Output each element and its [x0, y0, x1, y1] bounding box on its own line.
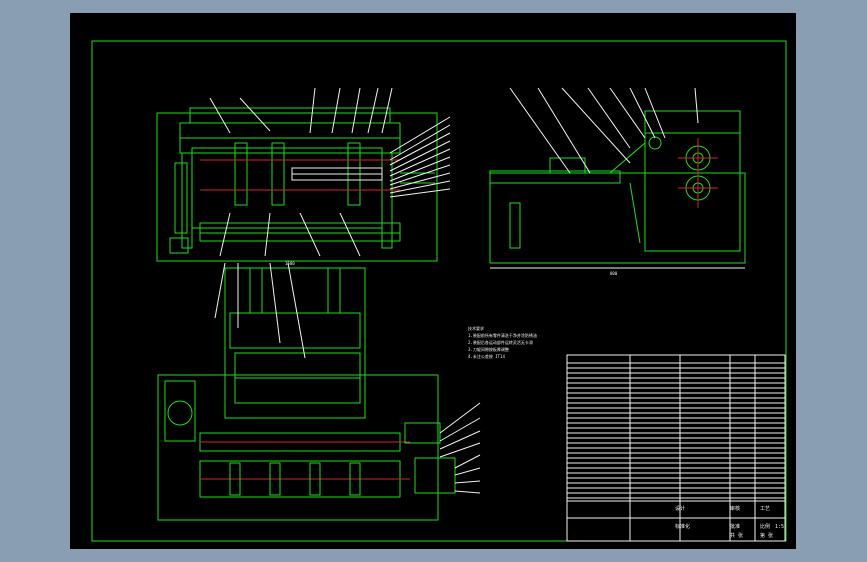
side-view — [489, 87, 746, 269]
cad-drawing[interactable]: 技术要求 1.装配前所有零件清洗干净并涂防锈油 2.装配后各运动部件运转灵活无卡… — [70, 13, 796, 549]
tb-cell-4: 标准化 — [675, 523, 690, 530]
notes-line-1: 1.装配前所有零件清洗干净并涂防锈油 — [468, 332, 537, 338]
dim-side: 800 — [610, 271, 618, 276]
tb-cell-3: 工艺 — [760, 506, 770, 512]
tb-cell-8: 共 张 — [730, 532, 743, 539]
tb-cell-2: 审核 — [730, 505, 740, 512]
tb-cell-6: 比例 — [760, 523, 770, 530]
dim-front: 1500 — [285, 261, 295, 266]
front-view — [156, 87, 451, 262]
title-block: 设计 审核 工艺 标准化 批准 比例 1:5 共 张 第 张 — [566, 354, 786, 542]
drawing-border — [91, 40, 787, 542]
notes-line-3: 3.刀辊间隙按板厚调整 — [468, 346, 509, 352]
technical-notes: 技术要求 1.装配前所有零件清洗干净并涂防锈油 2.装配后各运动部件运转灵活无卡… — [468, 325, 537, 359]
bom-rows — [567, 362, 785, 499]
cad-viewport[interactable]: 技术要求 1.装配前所有零件清洗干净并涂防锈油 2.装配后各运动部件运转灵活无卡… — [70, 13, 796, 549]
tb-cell-1: 设计 — [675, 505, 685, 512]
tb-cell-7: 1:5 — [775, 524, 784, 530]
notes-line-2: 2.装配后各运动部件运转灵活无卡滞 — [468, 339, 533, 345]
notes-heading: 技术要求 — [468, 325, 484, 331]
tb-cell-5: 批准 — [730, 523, 740, 530]
tb-cell-9: 第 张 — [760, 532, 773, 539]
top-view — [157, 262, 481, 521]
notes-line-4: 4.未注公差按 IT14 — [468, 353, 505, 359]
